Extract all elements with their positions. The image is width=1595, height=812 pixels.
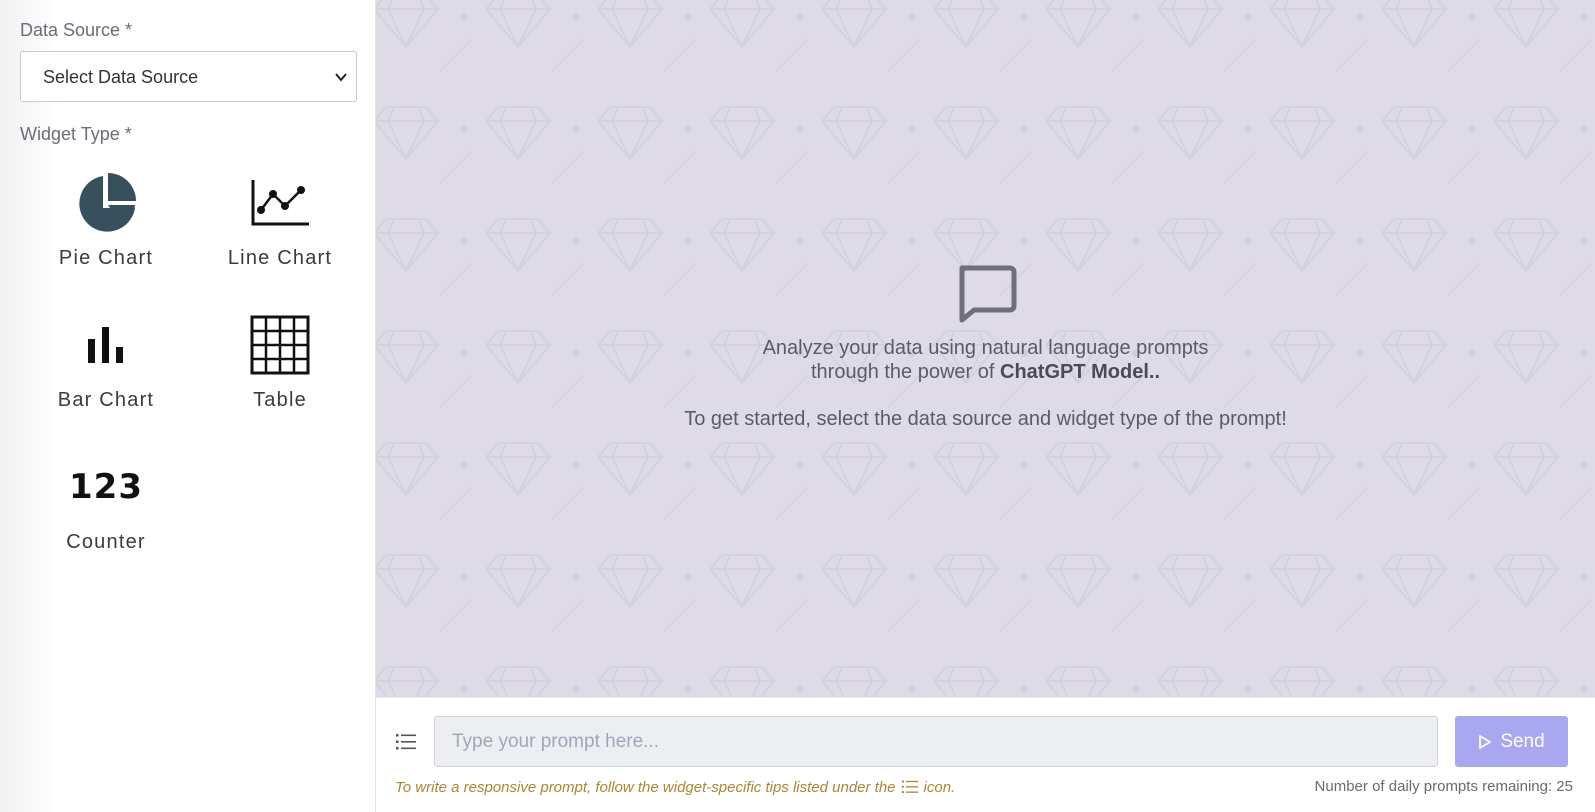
line-chart-icon [251, 180, 309, 226]
data-source-label: Data Source * [20, 20, 133, 40]
main-panel: Analyze your data using natural language… [376, 0, 1595, 812]
widget-type-grid: Pie Chart Line Chart Bar Chart Table 123… [28, 159, 356, 581]
pie-chart-icon [79, 173, 136, 232]
chevron-down-icon [335, 73, 347, 82]
table-icon [250, 315, 310, 375]
widget-bar-chart[interactable]: Bar Chart [28, 301, 184, 439]
list-icon [901, 780, 918, 794]
widget-label: Counter [66, 531, 146, 553]
data-source-select[interactable]: Select Data Source [20, 51, 357, 102]
send-button[interactable]: Send [1455, 716, 1568, 767]
widget-label: Line Chart [227, 247, 333, 269]
intro-line-3: To get started, select the data source a… [684, 408, 1287, 430]
list-icon[interactable] [394, 730, 418, 754]
widget-pie-chart[interactable]: Pie Chart [28, 159, 184, 297]
intro-message: Analyze your data using natural language… [376, 262, 1595, 431]
chat-bubble-icon [959, 265, 1016, 323]
sidebar: Data Source * Select Data Source Widget … [0, 0, 376, 812]
widget-label: Pie Chart [58, 247, 154, 269]
prompt-input[interactable] [434, 716, 1438, 767]
widget-table[interactable]: Table [202, 301, 358, 439]
send-label: Send [1500, 730, 1545, 752]
chat-canvas: Analyze your data using natural language… [376, 0, 1595, 697]
widget-line-chart[interactable]: Line Chart [202, 159, 358, 297]
intro-line-1: Analyze your data using natural language… [762, 337, 1209, 359]
bar-chart-icon [88, 327, 123, 363]
send-icon [1479, 734, 1492, 749]
prompt-composer: Send To write a responsive prompt, follo… [376, 697, 1595, 812]
app-window: Data Source * Select Data Source Widget … [0, 0, 1595, 812]
counter-icon: 123 [69, 467, 143, 507]
intro-line-2: through the power of ChatGPT Model.. [810, 361, 1160, 383]
widget-label: Bar Chart [57, 389, 155, 411]
data-source-selected-value: Select Data Source [43, 67, 199, 87]
prompts-remaining: Number of daily prompts remaining: 25 [1314, 778, 1573, 795]
model-name: ChatGPT Model.. [1000, 361, 1160, 383]
widget-counter[interactable]: 123 Counter [28, 443, 184, 581]
prompt-tip: To write a responsive prompt, follow the… [395, 778, 956, 796]
widget-label: Table [253, 389, 307, 411]
widget-type-label: Widget Type * [20, 124, 132, 144]
